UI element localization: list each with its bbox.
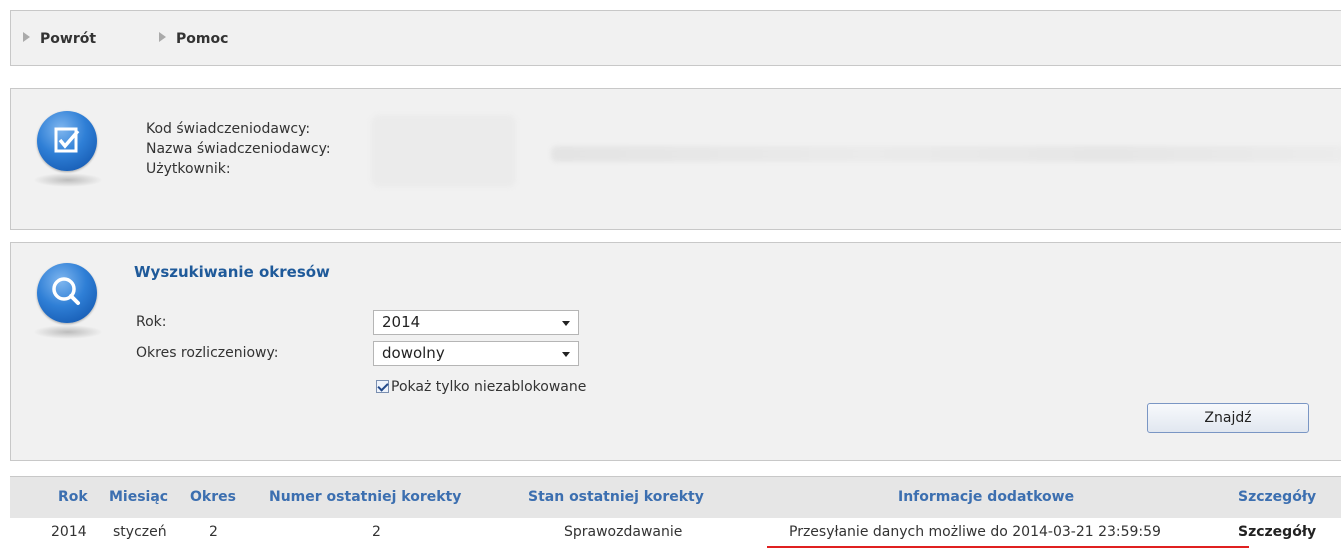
unlocked-only-checkbox[interactable]	[376, 380, 389, 393]
cell-correction-number: 2	[372, 524, 381, 540]
provider-code-label: Kod świadczeniodawcy:	[146, 121, 311, 137]
column-header-year[interactable]: Rok	[58, 489, 88, 505]
results-table: Rok Miesiąc Okres Numer ostatniej korekt…	[10, 476, 1341, 552]
cell-correction-state: Sprawozdawanie	[564, 524, 683, 540]
column-header-period[interactable]: Okres	[190, 489, 236, 505]
redacted-provider-name	[551, 146, 1341, 162]
search-panel: Wyszukiwanie okresów Rok: 2014 Okres roz…	[10, 242, 1341, 461]
back-link[interactable]: Powrót	[23, 31, 96, 47]
document-check-icon	[37, 111, 97, 171]
provider-info-labels: Kod świadczeniodawcy: Nazwa świadczeniod…	[146, 119, 331, 179]
period-select[interactable]: dowolny	[373, 341, 579, 366]
table-header: Rok Miesiąc Okres Numer ostatniej korekt…	[10, 476, 1341, 518]
magnifier-icon	[37, 263, 97, 323]
column-header-correction-state[interactable]: Stan ostatniej korekty	[528, 489, 704, 505]
triangle-right-icon	[23, 32, 30, 42]
period-label: Okres rozliczeniowy:	[136, 345, 279, 361]
info-underline	[767, 546, 1249, 548]
find-button[interactable]: Znajdź	[1147, 403, 1309, 433]
year-label: Rok:	[136, 314, 167, 330]
column-header-details[interactable]: Szczegóły	[1238, 489, 1316, 505]
cell-period: 2	[209, 524, 218, 540]
help-link[interactable]: Pomoc	[159, 31, 228, 47]
provider-info-panel: Kod świadczeniodawcy: Nazwa świadczeniod…	[10, 88, 1341, 230]
cell-year: 2014	[51, 524, 87, 540]
unlocked-only-option: Pokaż tylko niezablokowane	[376, 379, 586, 395]
cell-month: styczeń	[113, 524, 167, 540]
provider-name-label: Nazwa świadczeniodawcy:	[146, 141, 331, 157]
globe-shadow	[33, 325, 103, 339]
cell-additional-info: Przesyłanie danych możliwe do 2014-03-21…	[789, 524, 1161, 540]
column-header-month[interactable]: Miesiąc	[109, 489, 168, 505]
unlocked-only-label[interactable]: Pokaż tylko niezablokowane	[391, 379, 586, 395]
redacted-values	[371, 115, 516, 187]
back-link-label: Powrót	[40, 31, 97, 47]
search-title: Wyszukiwanie okresów	[134, 263, 330, 281]
top-nav-bar: Powrót Pomoc	[10, 10, 1341, 66]
column-header-correction-number[interactable]: Numer ostatniej korekty	[269, 489, 461, 505]
triangle-right-icon	[159, 32, 166, 42]
chevron-down-icon	[562, 321, 570, 326]
year-select-value: 2014	[382, 313, 421, 331]
user-label: Użytkownik:	[146, 161, 231, 177]
period-select-value: dowolny	[382, 344, 445, 362]
globe-shadow	[33, 173, 103, 187]
chevron-down-icon	[562, 352, 570, 357]
year-select[interactable]: 2014	[373, 310, 579, 335]
details-link[interactable]: Szczegóły	[1238, 524, 1316, 540]
help-link-label: Pomoc	[176, 31, 229, 47]
table-row: 2014 styczeń 2 2 Sprawozdawanie Przesyła…	[10, 518, 1341, 552]
column-header-additional-info[interactable]: Informacje dodatkowe	[898, 489, 1074, 505]
